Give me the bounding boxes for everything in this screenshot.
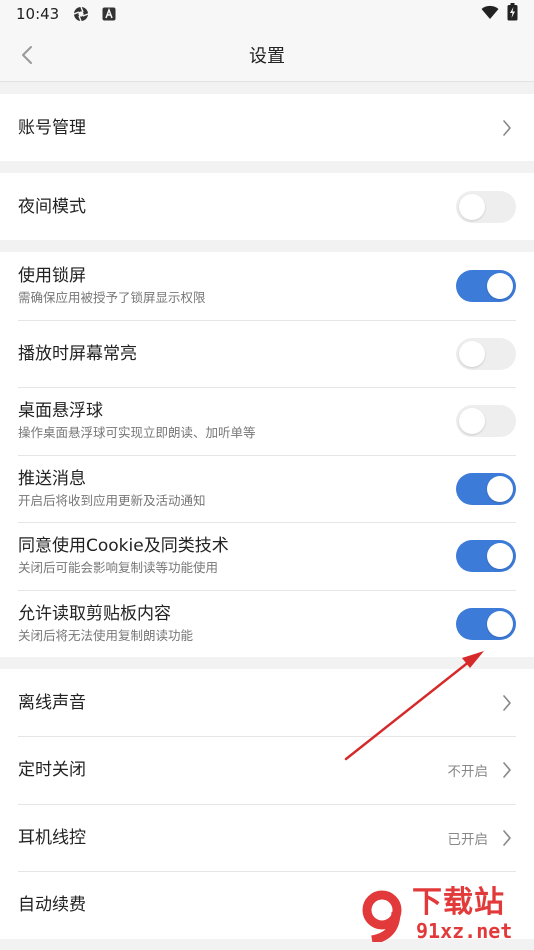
headset-value: 已开启 <box>447 831 489 848</box>
night-mode-group: 夜间模式 <box>0 173 534 240</box>
aperture-icon <box>73 6 89 22</box>
timer-row[interactable]: 定时关闭 不开启 <box>0 736 534 804</box>
chevron-right-icon <box>500 828 514 848</box>
row-label: 离线声音 <box>18 692 86 713</box>
toggle-knob <box>487 610 513 637</box>
a-square-icon <box>101 6 117 22</box>
row-label: 推送消息 <box>18 468 86 489</box>
row-description: 操作桌面悬浮球可实现立即朗读、加听单等 <box>18 425 256 440</box>
push-row: 推送消息 开启后将收到应用更新及活动通知 <box>0 455 534 522</box>
back-button[interactable] <box>12 40 42 70</box>
status-time: 10:43 <box>16 5 60 23</box>
night-mode-toggle[interactable] <box>456 190 516 223</box>
account-management-row[interactable]: 账号管理 <box>0 94 534 161</box>
toggle-knob <box>487 273 513 299</box>
cookie-toggle[interactable] <box>456 540 516 572</box>
toggle-knob <box>459 340 485 367</box>
offline-voice-row[interactable]: 离线声音 <box>0 669 534 736</box>
wifi-icon <box>481 5 499 24</box>
row-label: 播放时屏幕常亮 <box>18 343 137 364</box>
cookie-row: 同意使用Cookie及同类技术 关闭后可能会影响复制读等功能使用 <box>0 522 534 590</box>
status-bar: 10:43 <box>0 0 534 28</box>
row-label: 同意使用Cookie及同类技术 <box>18 536 229 556</box>
row-description: 关闭后将无法使用复制朗读功能 <box>18 627 194 643</box>
push-toggle[interactable] <box>456 472 516 505</box>
preferences-group: 使用锁屏 需确保应用被授予了锁屏显示权限 播放时屏幕常亮 桌面悬浮球 操作桌面悬… <box>0 252 534 657</box>
toggle-knob <box>487 543 513 569</box>
chevron-right-icon <box>500 118 514 138</box>
watermark-domain: 91xz.net <box>416 919 513 943</box>
row-description: 开启后将收到应用更新及活动通知 <box>18 492 206 508</box>
night-mode-row: 夜间模式 <box>0 173 534 240</box>
row-label: 桌面悬浮球 <box>18 401 103 421</box>
nav-bar: 设置 <box>0 28 534 82</box>
watermark-9-icon <box>360 890 402 942</box>
screen-on-toggle[interactable] <box>456 337 516 370</box>
chevron-left-icon <box>22 46 32 64</box>
battery-charging-icon <box>507 3 518 25</box>
row-label: 定时关闭 <box>18 760 86 780</box>
watermark-title: 下载站 <box>412 885 505 920</box>
chevron-right-icon <box>500 693 514 713</box>
chevron-right-icon <box>500 760 514 780</box>
row-label: 耳机线控 <box>18 827 86 848</box>
toggle-knob <box>459 193 485 220</box>
row-description: 需确保应用被授予了锁屏显示权限 <box>18 290 206 305</box>
float-ball-toggle[interactable] <box>456 405 516 437</box>
clipboard-row: 允许读取剪贴板内容 关闭后将无法使用复制朗读功能 <box>0 590 534 657</box>
screen-on-row: 播放时屏幕常亮 <box>0 320 534 387</box>
toggle-knob <box>487 475 513 502</box>
timer-value: 不开启 <box>447 764 489 780</box>
lockscreen-toggle[interactable] <box>456 270 516 302</box>
page-title: 设置 <box>249 45 285 67</box>
account-group: 账号管理 <box>0 94 534 161</box>
row-label: 夜间模式 <box>18 196 86 217</box>
lockscreen-row: 使用锁屏 需确保应用被授予了锁屏显示权限 <box>0 252 534 320</box>
float-ball-row: 桌面悬浮球 操作桌面悬浮球可实现立即朗读、加听单等 <box>0 387 534 455</box>
toggle-knob <box>459 408 485 434</box>
row-description: 关闭后可能会影响复制读等功能使用 <box>18 560 219 575</box>
clipboard-toggle[interactable] <box>456 607 516 640</box>
row-label: 允许读取剪贴板内容 <box>18 603 171 624</box>
watermark-logo: 下载站 91xz.net <box>356 886 528 946</box>
headset-row[interactable]: 耳机线控 已开启 <box>0 804 534 871</box>
row-label: 账号管理 <box>18 117 86 138</box>
row-label: 使用锁屏 <box>18 266 86 286</box>
